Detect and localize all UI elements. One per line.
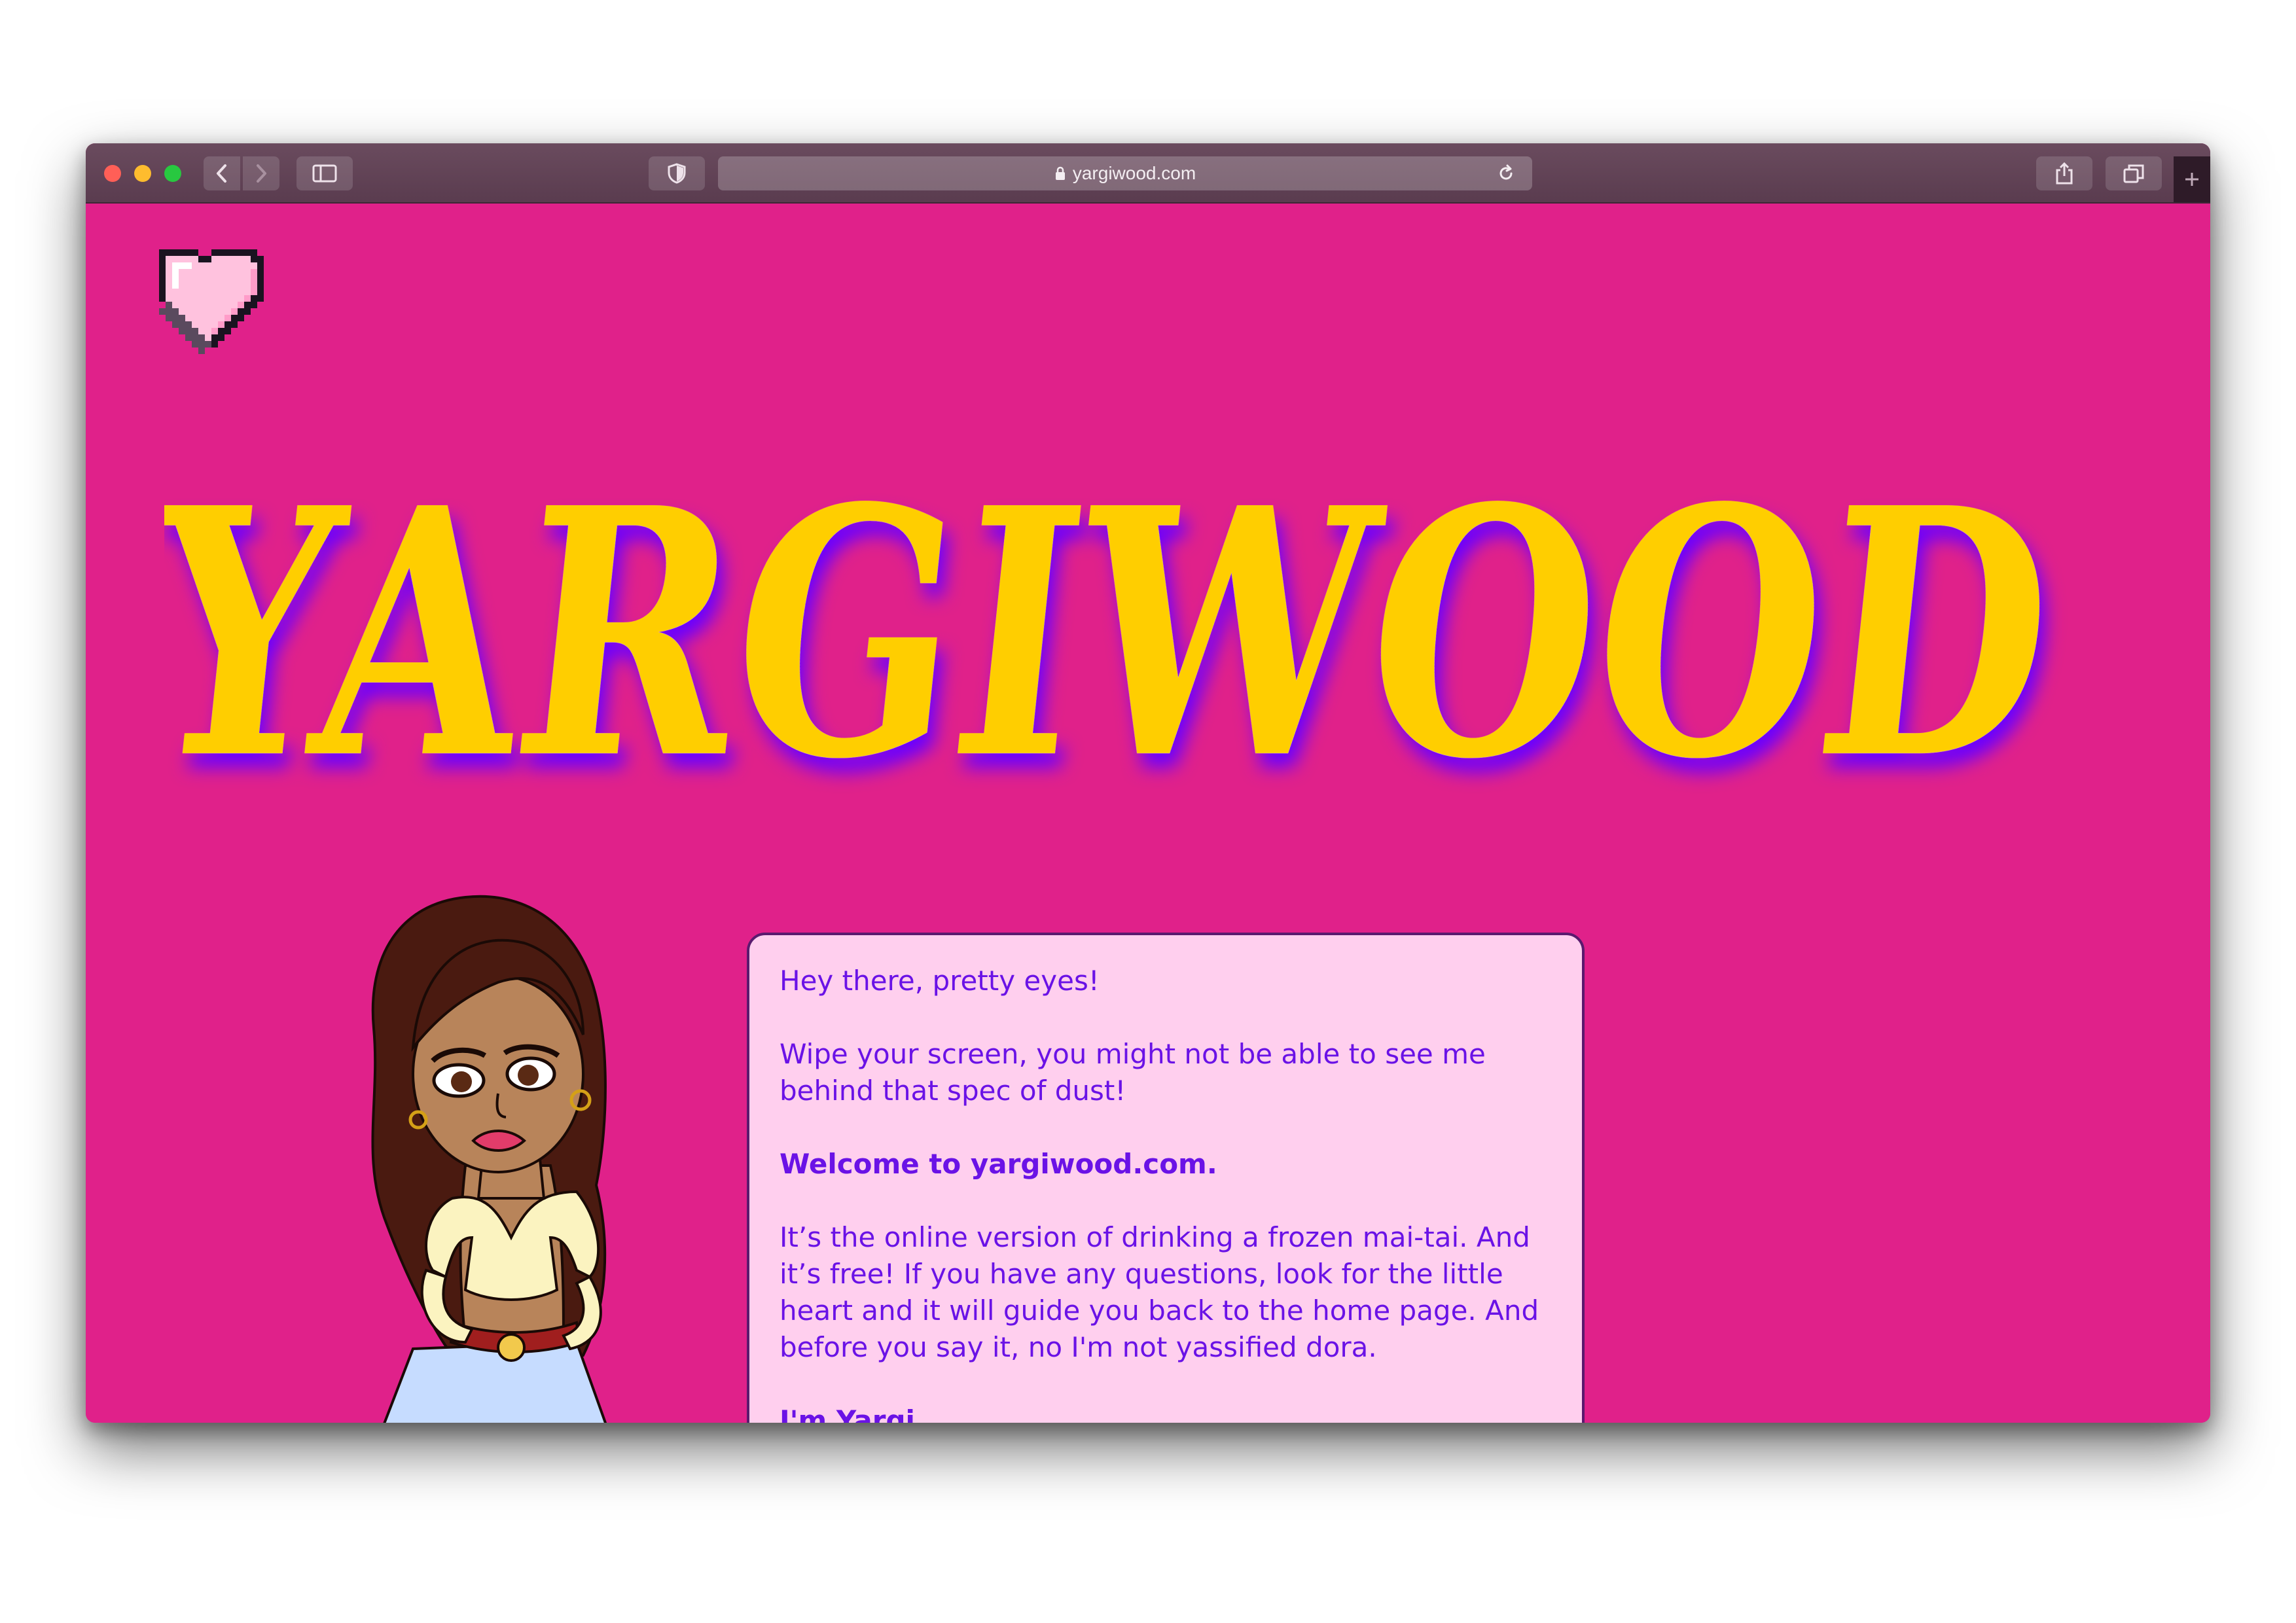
address-bar[interactable]: yargiwood.com [718,156,1532,190]
close-window-button[interactable] [104,165,121,182]
chevron-right-icon [257,164,266,183]
url-text: yargiwood.com [1072,163,1196,183]
welcome-heading: Welcome to yargiwood.com. [780,1148,1217,1180]
forward-button[interactable] [243,156,279,190]
share-icon [2056,162,2073,185]
page-content: YARGIWOOD Hey there, pretty eyes! Wipe y… [86,204,2210,1423]
logo-text: YARGIWOOD [164,439,2070,834]
sidebar-toggle-button[interactable] [296,156,353,190]
site-description-text: It’s the online version of drinking a fr… [780,1221,1539,1363]
chevron-left-icon [217,164,226,183]
new-tab-button[interactable] [2174,156,2210,202]
intro-message-box: Hey there, pretty eyes! Wipe your screen… [747,933,1585,1423]
plus-icon [2185,173,2198,186]
lock-icon [1054,166,1066,181]
minimize-window-button[interactable] [134,165,151,182]
tabs-icon [2123,164,2144,183]
browser-window: yargiwood.com YARGIWOOD Hey there, prett… [86,143,2210,1423]
privacy-report-button[interactable] [649,156,705,190]
back-button[interactable] [204,156,240,190]
shield-icon [668,163,686,184]
cartoon-girl-avatar [371,895,607,1423]
logo-svg: YARGIWOOD [125,433,2070,834]
share-button[interactable] [2036,156,2092,190]
signoff-text: I'm Yargi. [780,1404,925,1423]
zoom-window-button[interactable] [164,165,181,182]
sidebar-icon [312,164,337,183]
site-logo: YARGIWOOD [125,433,2128,897]
wipe-screen-text: Wipe your screen, you might not be able … [780,1038,1486,1107]
tab-overview-button[interactable] [2106,156,2162,190]
reload-icon[interactable] [1497,164,1515,187]
pixel-heart-icon[interactable] [146,230,277,361]
greeting-text: Hey there, pretty eyes! [780,965,1100,997]
browser-toolbar: yargiwood.com [86,143,2210,204]
